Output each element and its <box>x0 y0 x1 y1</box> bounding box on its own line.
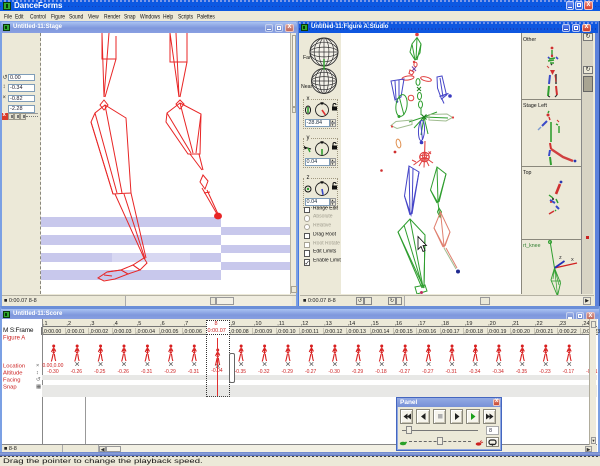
svg-text:x: x <box>571 257 574 263</box>
svg-text:z: z <box>559 255 562 261</box>
